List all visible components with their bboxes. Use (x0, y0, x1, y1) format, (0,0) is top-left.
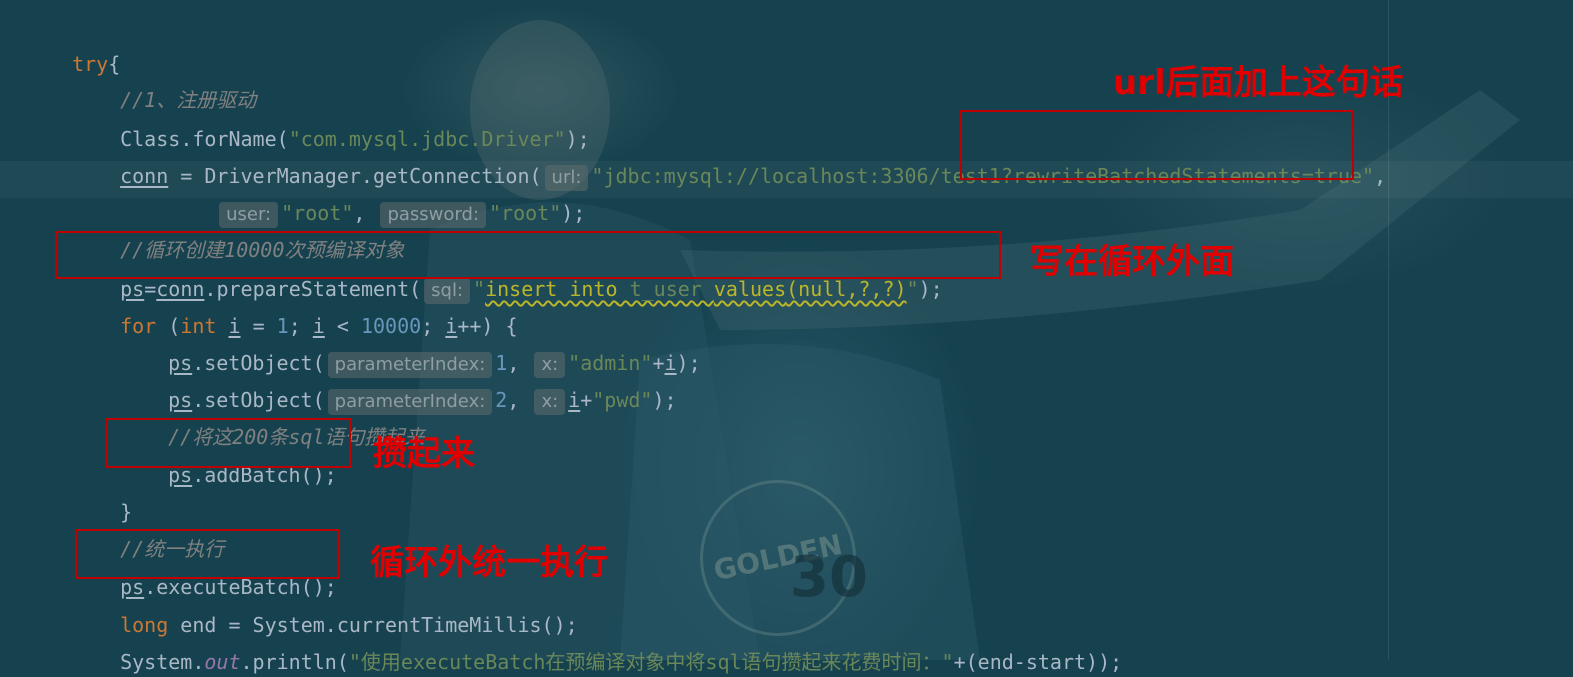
annotation-batch-up: 攒起来 (373, 434, 475, 474)
execute-batch-highlight-box (75, 529, 340, 579)
sql-values-keyword: values (713, 277, 787, 301)
code-line-set-object-1[interactable]: ps.setObject(parameterIndex: 1, x: "admin"… (144, 318, 701, 378)
println-call: .println( (240, 650, 349, 674)
loop-variable-i: i (568, 388, 581, 412)
code-line-close-brace[interactable]: } (96, 467, 132, 524)
println-string: "使用executeBatch在预编译对象中将sql语句攒起来花费时间：" (348, 650, 954, 674)
comma-space: , (507, 388, 532, 412)
close-semicolon: ); (918, 277, 943, 301)
annotation-outside-loop: 写在循环外面 (1030, 242, 1234, 282)
sql-quote-close: " (906, 277, 919, 301)
code-line-credentials[interactable]: user: "root", password: "root"); (192, 168, 585, 228)
sql-table-name: t_user (617, 277, 714, 301)
annotation-url-note: url后面加上这句话 (1113, 63, 1404, 103)
jersey-number: 30 (790, 545, 868, 610)
password-string: "root" (488, 201, 562, 225)
code-line-println[interactable]: System.out.println("使用executeBatch在预编译对象… (96, 617, 1122, 674)
url-highlight-box (960, 110, 1354, 180)
code-line-end-time[interactable]: long end = System.currentTimeMillis(); (96, 580, 578, 637)
system-class: System. (120, 650, 205, 674)
param-hint-x: x: (534, 388, 566, 415)
add-batch-highlight-box (106, 418, 351, 468)
out-field: out (204, 650, 241, 674)
parameter-index-2: 2 (495, 388, 508, 412)
code-line-try[interactable]: try{ (48, 19, 120, 76)
code-line-for-loop[interactable]: for (int i = 1; i < 10000; i++) { (96, 281, 517, 338)
sql-args: (null,?,?) (786, 277, 907, 301)
annotation-execute-outside: 循环外统一执行 (370, 543, 608, 583)
comma: , (1374, 164, 1387, 188)
println-tail: +(end-start)); (953, 650, 1123, 674)
close-semicolon: ); (676, 351, 701, 375)
pwd-string: "pwd" (592, 388, 653, 412)
code-line-set-object-2[interactable]: ps.setObject(parameterIndex: 2, x: i+"pwd"… (144, 355, 677, 415)
prepare-statement-highlight-box (55, 231, 1001, 279)
code-line-forname[interactable]: Class.forName("com.mysql.jdbc.Driver"); (96, 94, 590, 151)
code-line-comment-register[interactable]: //1、注册驱动 (96, 55, 256, 112)
conn-variable: conn (120, 164, 169, 188)
plus-operator: + (580, 388, 593, 412)
close-semicolon: ); (652, 388, 677, 412)
close-semicolon: ); (561, 201, 586, 225)
